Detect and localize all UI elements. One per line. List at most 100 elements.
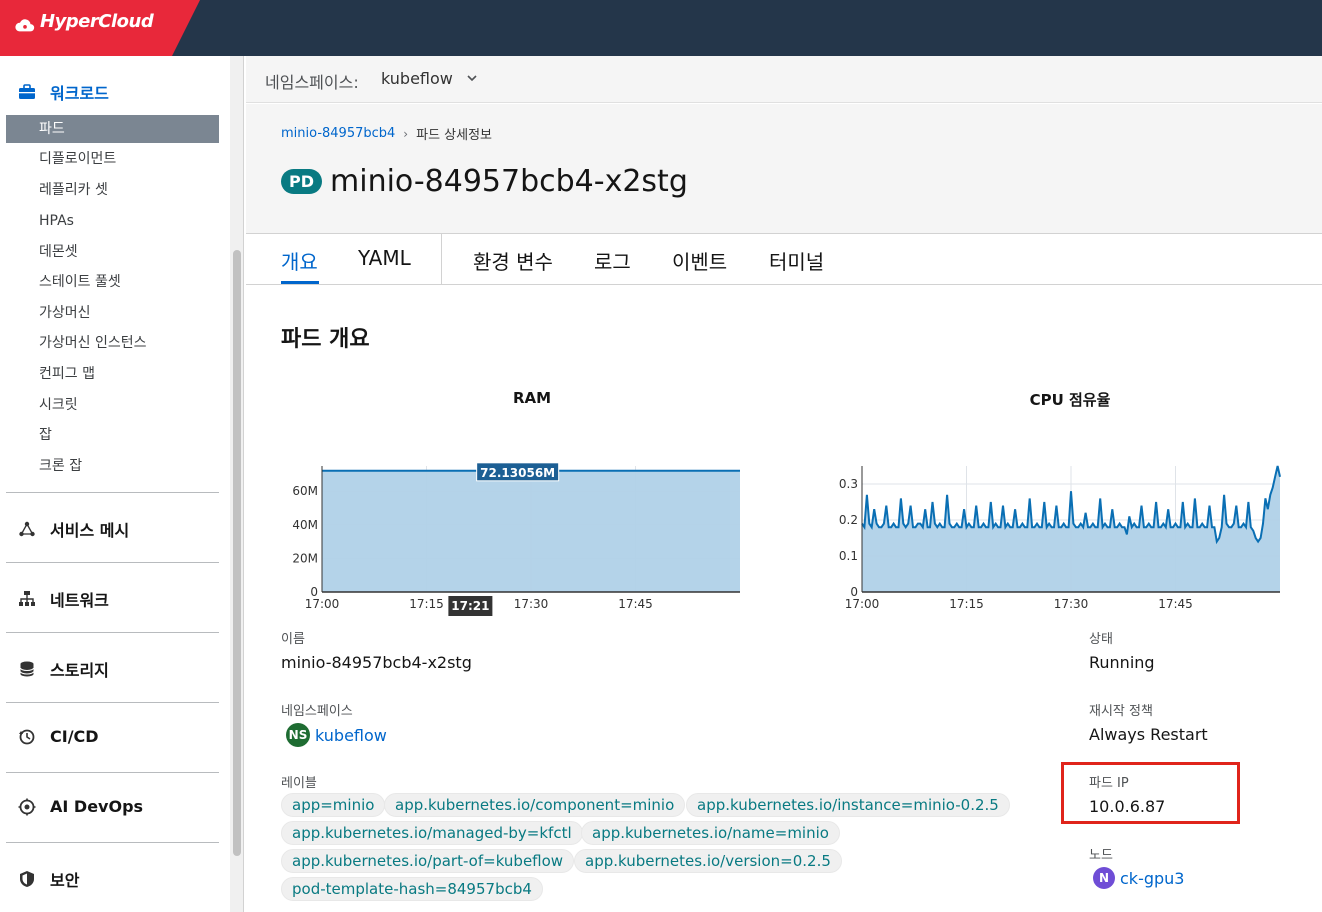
sidebar-item-configmaps[interactable]: 컨피그 맵	[6, 360, 219, 388]
x-tick-label: 17:15	[409, 597, 444, 611]
node-badge: N	[1093, 867, 1115, 889]
sidebar-group-label: CI/CD	[50, 727, 99, 746]
tab-bar: 개요 YAML 환경 변수 로그 이벤트 터미널	[246, 234, 1322, 285]
section-title: 파드 개요	[281, 327, 370, 352]
sidebar-group-label: 네트워크	[50, 591, 109, 610]
sidebar: 워크로드 파드 디플로이먼트 레플리카 셋 HPAs 데몬셋 스테이트 풀셋 가…	[0, 56, 230, 912]
sidebar-group-ai-devops[interactable]: AI DevOps	[18, 797, 143, 816]
x-tick-label: 17:30	[1054, 597, 1089, 611]
scrollbar-thumb[interactable]	[233, 250, 241, 856]
sidebar-group-cicd[interactable]: CI/CD	[18, 727, 99, 746]
sidebar-group-label: 서비스 메시	[50, 521, 130, 540]
sidebar-group-label: 워크로드	[50, 84, 109, 103]
namespace-dropdown[interactable]: kubeflow	[381, 69, 453, 88]
label-chip[interactable]: app.kubernetes.io/component=minio	[384, 793, 686, 817]
chevron-down-icon[interactable]	[466, 72, 478, 84]
label-chip[interactable]: app.kubernetes.io/version=0.2.5	[574, 849, 842, 873]
ram-value-tooltip: 72.13056M	[476, 462, 560, 482]
tab-environment[interactable]: 환경 변수	[473, 246, 553, 275]
label-chip[interactable]: app.kubernetes.io/part-of=kubeflow	[281, 849, 575, 873]
ram-chart-title: RAM	[512, 389, 552, 407]
tab-events[interactable]: 이벤트	[672, 246, 727, 275]
y-tick-label: 0.2	[839, 513, 858, 527]
y-tick-label: 0.3	[839, 477, 858, 491]
sidebar-group-workload[interactable]: 워크로드	[18, 80, 109, 104]
sidebar-group-label: 보안	[50, 871, 80, 890]
breadcrumb-current: 파드 상세정보	[416, 128, 493, 143]
sidebar-item-hpas[interactable]: HPAs	[6, 207, 219, 235]
namespace-field: NS kubeflow	[286, 723, 387, 747]
node-field: N ck-gpu3	[1093, 867, 1184, 889]
x-tick-label: 17:00	[305, 597, 340, 611]
y-tick-label: 20M	[292, 551, 318, 565]
cpu-chart[interactable]: 00.10.20.317:00 17:15 17:30 17:45	[816, 416, 1286, 626]
namespace-field-label: 네임스페이스	[281, 704, 353, 719]
sidebar-item-daemonsets[interactable]: 데몬셋	[6, 238, 219, 266]
tooltip-value: 72.13056M	[480, 466, 555, 480]
sidebar-item-secrets[interactable]: 시크릿	[6, 391, 219, 419]
chevron-right-icon: ›	[403, 126, 409, 141]
namespace-badge: NS	[286, 723, 310, 747]
namespace-bar: 네임스페이스: kubeflow	[246, 56, 1322, 103]
name-value: minio-84957bcb4-x2stg	[281, 653, 472, 672]
restart-policy-label: 재시작 정책	[1089, 704, 1153, 719]
brand-name: HyperCloud	[40, 11, 154, 32]
title-row: PD minio-84957bcb4-x2stg	[281, 164, 688, 199]
sidebar-item-pods[interactable]: 파드	[6, 115, 219, 143]
sidebar-item-deployments[interactable]: 디플로이먼트	[6, 145, 219, 173]
cicd-icon	[19, 729, 35, 744]
sidebar-item-vm-instances[interactable]: 가상머신 인스턴스	[6, 329, 219, 357]
service-mesh-icon	[19, 521, 35, 537]
node-link[interactable]: ck-gpu3	[1120, 869, 1184, 888]
time-tooltip-value: 17:21	[451, 599, 489, 613]
sidebar-divider	[6, 772, 219, 773]
y-tick-label: 0.1	[839, 549, 858, 563]
label-chip[interactable]: app=minio	[281, 793, 386, 817]
node-label: 노드	[1089, 848, 1113, 863]
network-icon	[19, 591, 35, 606]
x-tick-label: 17:00	[845, 597, 880, 611]
tab-overview[interactable]: 개요	[281, 246, 318, 275]
tab-yaml[interactable]: YAML	[358, 246, 411, 270]
x-tick-label: 17:30	[514, 597, 549, 611]
sidebar-group-network[interactable]: 네트워크	[18, 587, 109, 611]
sidebar-item-replicasets[interactable]: 레플리카 셋	[6, 176, 219, 204]
name-label: 이름	[281, 632, 305, 647]
tab-logs[interactable]: 로그	[594, 246, 631, 275]
x-tick-label: 17:45	[1158, 597, 1193, 611]
sidebar-divider	[6, 492, 219, 493]
sidebar-group-label: AI DevOps	[50, 797, 144, 816]
label-chip[interactable]: pod-template-hash=84957bcb4	[281, 877, 543, 901]
sidebar-divider	[6, 702, 219, 703]
label-chip[interactable]: app.kubernetes.io/name=minio	[581, 821, 840, 845]
pod-ip-highlight-box	[1061, 762, 1240, 824]
brand-logo[interactable]: HyperCloud	[0, 0, 200, 56]
label-chip[interactable]: app.kubernetes.io/managed-by=kfctl	[281, 821, 583, 845]
cpu-chart-title: CPU 점유율	[1029, 391, 1111, 409]
sidebar-item-virtual-machines[interactable]: 가상머신	[6, 299, 219, 327]
sidebar-group-service-mesh[interactable]: 서비스 메시	[18, 517, 129, 541]
cloud-icon	[15, 19, 35, 32]
tab-terminal[interactable]: 터미널	[769, 246, 824, 275]
sidebar-scrollbar[interactable]	[230, 56, 244, 912]
resource-type-badge: PD	[281, 169, 323, 194]
status-value: Running	[1089, 653, 1155, 672]
namespace-link[interactable]: kubeflow	[315, 726, 387, 745]
ram-chart[interactable]: 020M40M60M17:00 17:15 17:30 17:4572.13056M1…	[276, 416, 746, 626]
y-tick-label: 60M	[292, 484, 318, 498]
sidebar-item-statefulsets[interactable]: 스테이트 풀셋	[6, 268, 219, 296]
sidebar-item-jobs[interactable]: 잡	[6, 421, 219, 449]
main-content: 네임스페이스: kubeflow minio-84957bcb4 › 파드 상세…	[246, 56, 1322, 912]
sidebar-group-storage[interactable]: 스토리지	[18, 657, 109, 681]
sidebar-item-cronjobs[interactable]: 크론 잡	[6, 452, 219, 480]
restart-policy-value: Always Restart	[1089, 725, 1208, 744]
breadcrumb-parent-link[interactable]: minio-84957bcb4	[281, 126, 395, 141]
label-chip[interactable]: app.kubernetes.io/instance=minio-0.2.5	[686, 793, 1010, 817]
x-tick-label: 17:15	[949, 597, 984, 611]
briefcase-icon	[19, 84, 35, 99]
namespace-label: 네임스페이스:	[265, 73, 359, 92]
status-label: 상태	[1089, 632, 1113, 647]
sidebar-group-security[interactable]: 보안	[18, 867, 79, 891]
breadcrumb: minio-84957bcb4 › 파드 상세정보	[281, 124, 492, 143]
sidebar-divider	[6, 842, 219, 843]
